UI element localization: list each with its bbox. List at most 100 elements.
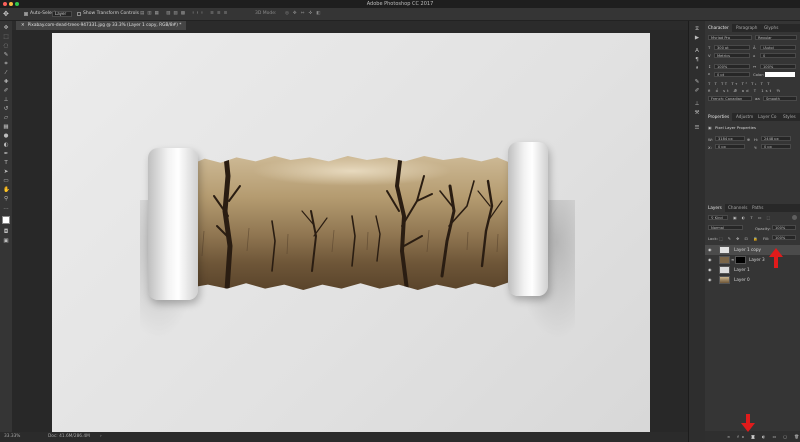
tab-layers[interactable]: Layers <box>705 204 725 212</box>
panel-icon-strip: ⧖ ▶ A ¶ ª ✎ ✐ ⊥ ⚒ ☰ <box>688 21 706 442</box>
shape-icon[interactable]: ▭ <box>3 178 9 184</box>
auto-select-value: Layer <box>55 11 67 16</box>
x-field[interactable]: 0 px <box>715 144 745 149</box>
character-icon[interactable]: A <box>694 48 700 54</box>
visibility-eye-icon[interactable]: ◉ <box>708 258 712 262</box>
zoom-window-icon[interactable] <box>15 2 19 6</box>
auto-select-dropdown[interactable]: Layer <box>52 11 72 17</box>
tab-adjustments[interactable]: Adjustm <box>733 113 756 121</box>
kerning-field[interactable]: Metrics <box>714 53 750 58</box>
glyphs-icon[interactable]: ª <box>694 66 700 72</box>
tab-channels[interactable]: Channels <box>725 204 750 212</box>
eraser-icon[interactable]: ▱ <box>3 115 9 121</box>
tab-paragraph[interactable]: Paragraph <box>733 24 760 32</box>
layer-row-layer-0[interactable]: ◉ Layer 0 <box>705 275 800 285</box>
marquee-icon[interactable]: ⬚ <box>3 34 9 40</box>
tab-layer-comps[interactable]: Layer Co <box>755 113 780 121</box>
layer-name: Layer 0 <box>734 277 750 282</box>
lock-buttons[interactable]: ⬚ ✎ ✥ ⊡ 🔒 <box>719 236 760 241</box>
document-tab[interactable]: ✕ Pixabay.com-dead-trees-947331.jpg @ 33.… <box>16 21 187 30</box>
opentype-buttons[interactable]: ﬁ ổ st Ꭿ ad T 1st ½ <box>708 88 782 93</box>
dodge-icon[interactable]: ◐ <box>3 142 9 148</box>
font-size-field[interactable]: 300 pt <box>714 45 750 50</box>
visibility-eye-icon[interactable]: ◉ <box>708 248 712 252</box>
align-buttons[interactable]: ▤▥▦ ▧▨▩ ⁞⁞⁞ ≡≡≡ <box>140 8 230 20</box>
show-transform-checkbox[interactable] <box>77 12 81 16</box>
layer-row-layer-1-copy[interactable]: ◉ Layer 1 copy <box>705 245 800 255</box>
quick-mask-icon[interactable]: ◘ <box>3 229 9 235</box>
visibility-eye-icon[interactable]: ◉ <box>708 278 712 282</box>
type-icon[interactable]: T <box>3 160 9 166</box>
horizontal-scale-field[interactable]: 100% <box>760 64 796 69</box>
type-style-buttons[interactable]: T T TT Tт T¹ T₁ T T <box>708 81 771 86</box>
lasso-icon[interactable]: ◌ <box>3 43 9 49</box>
layer-filter-dropdown[interactable]: ⚲ Kind <box>708 215 728 220</box>
leading-field[interactable]: (Auto) <box>760 45 796 50</box>
height-field[interactable]: 2448 px <box>761 136 791 141</box>
text-color-swatch[interactable] <box>765 72 795 77</box>
anti-alias-dropdown[interactable]: Smooth <box>763 96 797 101</box>
layer-action-buttons[interactable]: ∞ fx ◙ ◐ ▭ ▢ 🗑 <box>727 434 800 439</box>
screen-mode-icon[interactable]: ▣ <box>3 238 9 244</box>
auto-select-checkbox[interactable] <box>24 12 28 16</box>
status-menu-arrow-icon[interactable]: › <box>100 432 102 442</box>
layer-row-layer-1[interactable]: ◉ Layer 1 <box>705 265 800 275</box>
pen-icon[interactable]: ✒ <box>3 151 9 157</box>
zoom-icon[interactable]: ⚲ <box>3 196 9 202</box>
minimize-window-icon[interactable] <box>9 2 13 6</box>
actions-icon[interactable]: ▶ <box>694 35 700 41</box>
properties-icon[interactable]: ☰ <box>694 125 700 131</box>
tab-glyphs[interactable]: Glyphs <box>761 24 781 32</box>
baseline-shift-field[interactable]: 0 pt <box>714 72 750 77</box>
tool-presets-icon[interactable]: ⚒ <box>694 110 700 116</box>
doc-size[interactable]: Doc: 41.6M/286.4M <box>48 432 90 442</box>
path-select-icon[interactable]: ➤ <box>3 169 9 175</box>
close-window-icon[interactable] <box>3 2 7 6</box>
history-brush-icon[interactable]: ↺ <box>3 106 9 112</box>
width-field[interactable]: 3184 px <box>715 136 745 141</box>
3d-mode-buttons[interactable]: ◎✥⇔✜◧ <box>285 8 325 20</box>
tab-properties[interactable]: Properties <box>705 113 733 121</box>
layer-filter-buttons[interactable]: ▣ ◐ T ▭ ⬚ <box>733 215 772 220</box>
font-family-field[interactable]: Myriad Pro <box>708 35 752 40</box>
gradient-icon[interactable]: ▦ <box>3 124 9 130</box>
layer-mask-thumbnail[interactable] <box>735 256 746 264</box>
filter-toggle[interactable] <box>792 215 797 220</box>
history-icon[interactable]: ⧖ <box>694 26 700 32</box>
vertical-scale-field[interactable]: 100% <box>714 64 750 69</box>
move-icon[interactable]: ✥ <box>3 25 9 31</box>
healing-icon[interactable]: ✚ <box>3 79 9 85</box>
tab-paths[interactable]: Paths <box>749 204 766 212</box>
crop-icon[interactable]: ⌗ <box>3 61 9 67</box>
tab-character[interactable]: Character <box>705 24 732 32</box>
brush-icon[interactable]: ✐ <box>3 88 9 94</box>
brush-settings-icon[interactable]: ✎ <box>694 79 700 85</box>
brushes-icon[interactable]: ✐ <box>694 88 700 94</box>
close-tab-icon[interactable]: ✕ <box>21 23 25 28</box>
tab-styles[interactable]: Styles <box>780 113 799 121</box>
visibility-eye-icon[interactable]: ◉ <box>708 268 712 272</box>
tracking-field[interactable]: 0 <box>760 53 796 58</box>
zoom-level[interactable]: 33.33% <box>4 432 20 442</box>
paragraph-icon[interactable]: ¶ <box>694 57 700 63</box>
blend-mode-dropdown[interactable]: Normal <box>708 225 743 230</box>
foreground-color-swatch[interactable] <box>2 216 10 224</box>
torn-paper-photo <box>192 156 510 290</box>
hand-icon[interactable]: ✋ <box>3 187 10 193</box>
more-tools-icon[interactable]: … <box>3 205 9 211</box>
y-field[interactable]: 0 px <box>761 144 791 149</box>
quick-select-icon[interactable]: ✎ <box>3 52 9 58</box>
move-tool-preset-icon[interactable]: ✥ <box>3 8 9 20</box>
layer-row-layer-3[interactable]: ◉ ∞ Layer 3 <box>705 255 800 265</box>
clone-source-icon[interactable]: ⊥ <box>694 101 700 107</box>
opacity-field[interactable]: 100% <box>772 225 796 230</box>
clone-stamp-icon[interactable]: ⊥ <box>3 97 9 103</box>
lock-label: Lock: <box>708 236 718 241</box>
language-dropdown[interactable]: French: Canadian <box>708 96 752 101</box>
character-panel-tabs: Character Paragraph Glyphs <box>705 24 800 32</box>
blur-icon[interactable]: ● <box>3 133 9 139</box>
fill-field[interactable]: 100% <box>772 235 796 240</box>
eyedropper-icon[interactable]: ⁄ <box>3 70 9 76</box>
link-dimensions-icon[interactable]: ⊕ <box>747 137 750 142</box>
font-style-field[interactable]: Regular <box>755 35 797 40</box>
